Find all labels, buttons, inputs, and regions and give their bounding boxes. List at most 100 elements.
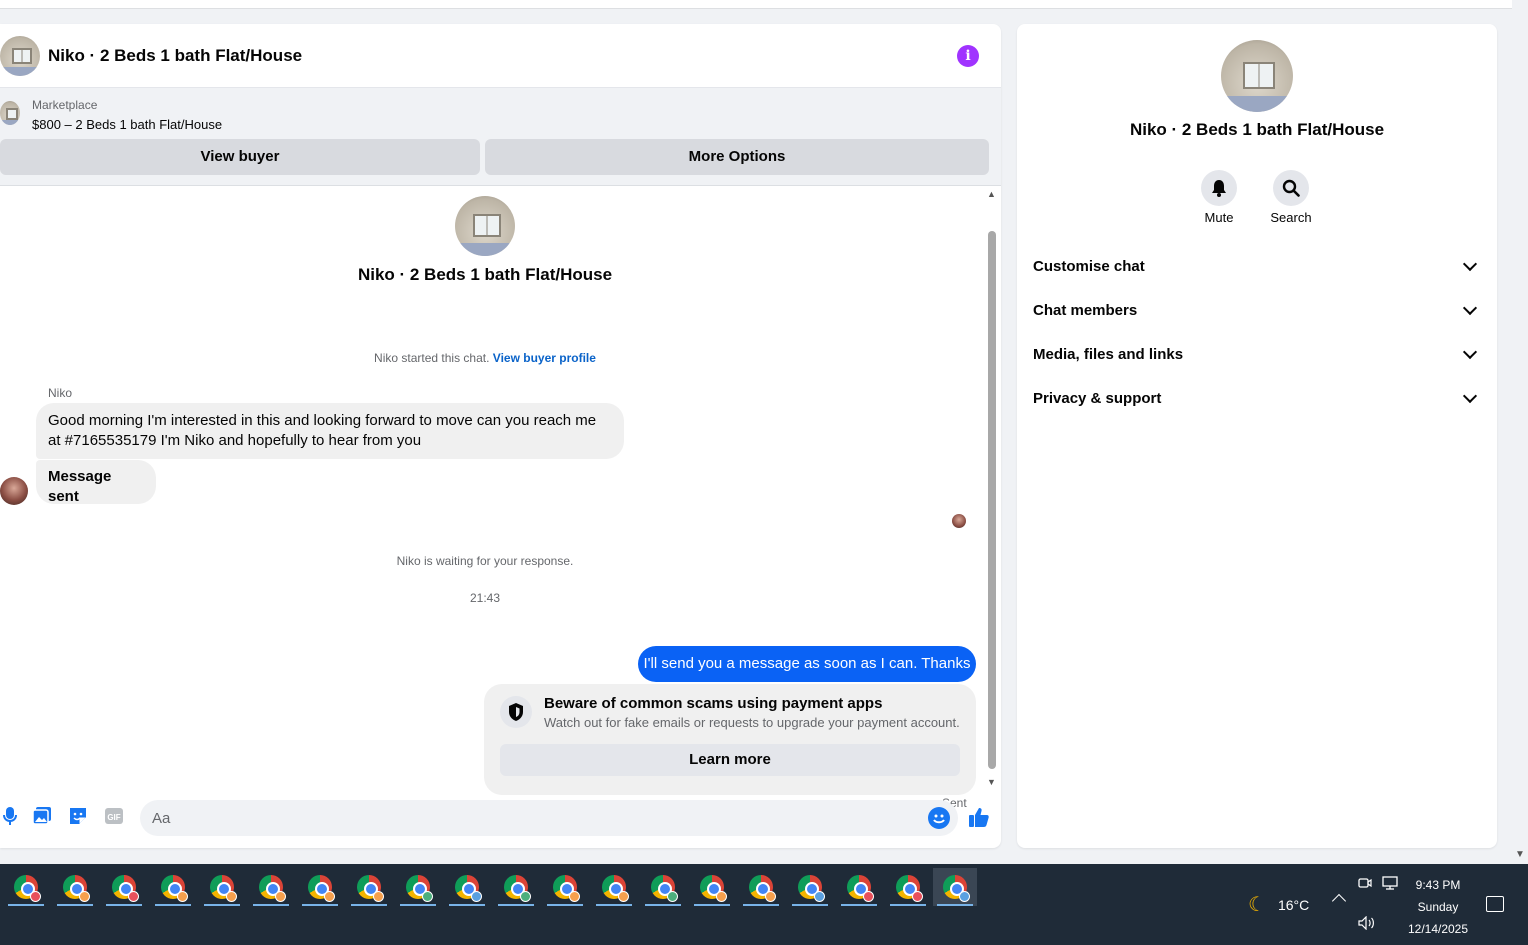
- moon-icon: ☾: [1248, 894, 1266, 916]
- clock-date: 12/14/2025: [1407, 922, 1469, 936]
- info-icon[interactable]: i: [957, 45, 979, 67]
- chat-members-section[interactable]: Chat members: [1033, 292, 1481, 328]
- media-files-links-section[interactable]: Media, files and links: [1033, 336, 1481, 372]
- scroll-down-icon[interactable]: ▼: [987, 777, 996, 787]
- chrome-window-button[interactable]: [249, 868, 293, 906]
- chrome-icon: [357, 875, 384, 902]
- section-label: Customise chat: [1033, 257, 1145, 275]
- started-text: Niko started this chat.: [374, 351, 490, 365]
- chrome-window-button[interactable]: [543, 868, 587, 906]
- chrome-window-button[interactable]: [641, 868, 685, 906]
- chrome-icon: [553, 875, 580, 902]
- chrome-icon: [943, 875, 970, 902]
- meet-now-icon[interactable]: [1358, 876, 1372, 893]
- chrome-window-button[interactable]: [837, 868, 881, 906]
- chat-title[interactable]: Niko · 2 Beds 1 bath Flat/House: [48, 46, 302, 66]
- scam-warning-card: Beware of common scams using payment app…: [484, 684, 976, 795]
- scroll-down-icon[interactable]: ▼: [1515, 849, 1525, 860]
- section-label: Privacy & support: [1033, 389, 1162, 407]
- chrome-window-button[interactable]: [690, 868, 734, 906]
- chrome-icon: [798, 875, 825, 902]
- customise-chat-section[interactable]: Customise chat: [1033, 248, 1481, 284]
- message-list: Niko · 2 Beds 1 bath Flat/House Niko sta…: [0, 187, 1001, 810]
- show-hidden-icons-icon[interactable]: [1331, 893, 1347, 909]
- sticker-icon[interactable]: [68, 806, 88, 826]
- chat-started-notice: Niko started this chat. View buyer profi…: [0, 351, 970, 365]
- mute-button[interactable]: Mute: [1189, 170, 1249, 225]
- chat-scrollbar[interactable]: ▲ ▼: [985, 189, 999, 787]
- waiting-notice: Niko is waiting for your response.: [396, 554, 574, 568]
- mute-label: Mute: [1204, 210, 1234, 225]
- chrome-icon: [308, 875, 335, 902]
- chrome-window-button-active[interactable]: [933, 868, 977, 906]
- listing-thumbnail[interactable]: [0, 101, 20, 125]
- outgoing-message[interactable]: I'll send you a message as soon as I can…: [638, 646, 976, 682]
- chevron-down-icon: [1462, 388, 1478, 403]
- view-buyer-button[interactable]: View buyer: [0, 139, 480, 175]
- more-options-button[interactable]: More Options: [485, 139, 989, 175]
- timestamp: 21:43: [469, 591, 501, 605]
- thumbs-up-icon[interactable]: [968, 806, 990, 828]
- chrome-icon: [112, 875, 139, 902]
- microphone-icon[interactable]: [0, 806, 20, 826]
- windows-taskbar: ☾ 16°C 9:43 PM Sunday 12/14/2025: [0, 864, 1528, 945]
- view-buyer-profile-link[interactable]: View buyer profile: [493, 351, 596, 365]
- chrome-window-button[interactable]: [200, 868, 244, 906]
- chrome-window-button[interactable]: [53, 868, 97, 906]
- seen-indicator-avatar: [952, 514, 966, 528]
- profile-avatar[interactable]: [1221, 40, 1293, 112]
- chrome-window-button[interactable]: [445, 868, 489, 906]
- chrome-icon: [161, 875, 188, 902]
- browser-top-strip: [0, 0, 1512, 9]
- chrome-window-button[interactable]: [788, 868, 832, 906]
- gif-icon[interactable]: GIF: [104, 806, 124, 826]
- marketplace-bar: Marketplace $800 – 2 Beds 1 bath Flat/Ho…: [0, 88, 1001, 186]
- privacy-support-section[interactable]: Privacy & support: [1033, 380, 1481, 416]
- photo-icon[interactable]: [32, 806, 52, 826]
- listing-title[interactable]: $800 – 2 Beds 1 bath Flat/House: [32, 117, 222, 132]
- scroll-up-icon[interactable]: ▲: [987, 189, 996, 199]
- chrome-icon: [749, 875, 776, 902]
- volume-icon[interactable]: [1358, 915, 1376, 933]
- chrome-window-button[interactable]: [102, 868, 146, 906]
- emoji-icon[interactable]: [928, 807, 950, 829]
- weather-widget[interactable]: ☾ 16°C: [1248, 892, 1309, 917]
- system-clock[interactable]: 9:43 PM Sunday 12/14/2025: [1398, 874, 1478, 940]
- chrome-icon: [210, 875, 237, 902]
- chevron-down-icon: [1462, 256, 1478, 271]
- sender-name: Niko: [48, 386, 73, 400]
- chrome-icon: [602, 875, 629, 902]
- chrome-window-button[interactable]: [396, 868, 440, 906]
- chrome-window-button[interactable]: [4, 868, 48, 906]
- shield-icon: [500, 696, 532, 728]
- clock-day: Sunday: [1417, 900, 1459, 914]
- chrome-icon: [455, 875, 482, 902]
- conversation-large-avatar[interactable]: [455, 196, 515, 256]
- network-icon[interactable]: [1382, 876, 1398, 893]
- chrome-window-button[interactable]: [494, 868, 538, 906]
- notifications-icon[interactable]: [1486, 896, 1504, 912]
- message-input[interactable]: [140, 800, 958, 836]
- chrome-icon: [847, 875, 874, 902]
- conversation-avatar[interactable]: [0, 35, 40, 76]
- scrollbar-thumb[interactable]: [988, 231, 996, 769]
- chrome-window-button[interactable]: [347, 868, 391, 906]
- incoming-message[interactable]: Message sent: [36, 460, 156, 505]
- message-composer: GIF: [0, 798, 1001, 838]
- bell-icon: [1201, 170, 1237, 206]
- incoming-message[interactable]: Good morning I'm interested in this and …: [36, 403, 624, 459]
- sender-avatar[interactable]: [0, 477, 28, 505]
- chrome-window-button[interactable]: [739, 868, 783, 906]
- chrome-window-button[interactable]: [151, 868, 195, 906]
- chat-panel: Niko · 2 Beds 1 bath Flat/House i Market…: [0, 24, 1001, 848]
- search-label: Search: [1270, 210, 1312, 225]
- chrome-window-button[interactable]: [592, 868, 636, 906]
- chrome-icon: [504, 875, 531, 902]
- search-button[interactable]: Search: [1261, 170, 1321, 225]
- chrome-window-button[interactable]: [298, 868, 342, 906]
- chrome-icon: [259, 875, 286, 902]
- chrome-window-button[interactable]: [886, 868, 930, 906]
- page-scrollbar[interactable]: ▼: [1512, 0, 1528, 864]
- learn-more-button[interactable]: Learn more: [500, 744, 960, 776]
- temperature: 16°C: [1277, 896, 1310, 913]
